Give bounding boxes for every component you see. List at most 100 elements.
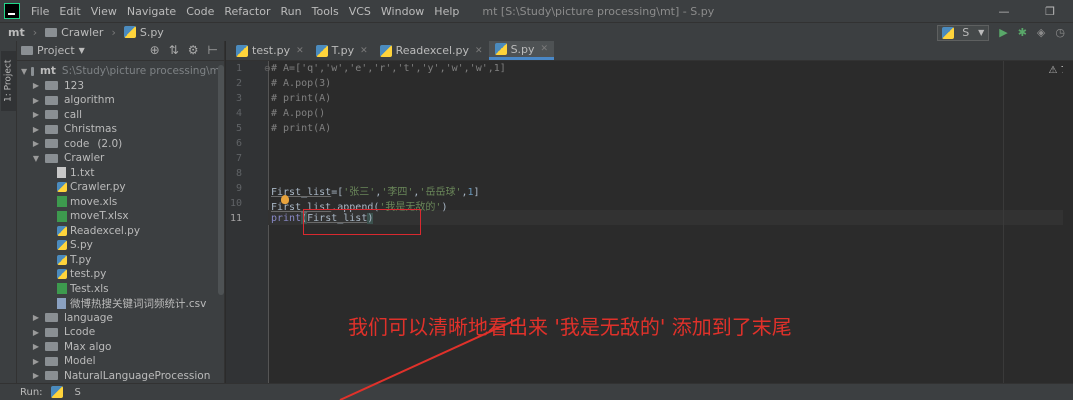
project-view-select[interactable]: Project xyxy=(37,44,75,57)
code-line-1: # A=['q','w','e','r','t','y','w','w',1] xyxy=(271,63,506,74)
menu-navigate[interactable]: Navigate xyxy=(122,5,181,18)
folder-icon xyxy=(45,27,58,37)
chevron-right-icon[interactable]: ▶ xyxy=(31,357,41,366)
collapse-all-icon[interactable]: ⇅ xyxy=(169,43,179,57)
tree-item[interactable]: move.xls xyxy=(17,195,224,210)
coverage-icon[interactable]: ◈ xyxy=(1037,26,1045,39)
tree-item-label: T.py xyxy=(70,253,92,266)
chevron-right-icon[interactable]: ▶ xyxy=(31,139,41,148)
breadcrumb-project[interactable]: mt › xyxy=(0,26,37,39)
line-number: 3 xyxy=(235,93,242,104)
debug-icon[interactable]: ✱ xyxy=(1018,26,1027,39)
locate-icon[interactable]: ⊕ xyxy=(150,43,160,57)
run-icon[interactable]: ▶ xyxy=(999,26,1007,39)
tree-item-label: code xyxy=(64,137,90,150)
tree-item[interactable]: Crawler.py xyxy=(17,180,224,195)
tree-item[interactable]: ▶ Max algo xyxy=(17,340,224,355)
close-icon[interactable]: ✕ xyxy=(296,46,304,56)
run-tab[interactable]: S xyxy=(75,387,81,398)
tree-item[interactable]: ▶ Model xyxy=(17,354,224,369)
menu-code[interactable]: Code xyxy=(181,5,219,18)
menu-window[interactable]: Window xyxy=(376,5,429,18)
navigation-bar: mt › Crawler › S.py S ▼ ▶ ✱ ◈ ◷ xyxy=(0,22,1073,41)
code-line-4: # A.pop() xyxy=(271,108,326,119)
restore-icon[interactable]: ❐ xyxy=(1027,0,1073,22)
python-file-icon xyxy=(942,26,955,39)
folder-icon xyxy=(45,139,58,149)
tree-item[interactable]: moveT.xlsx xyxy=(17,209,224,224)
chevron-right-icon[interactable]: ▶ xyxy=(31,371,41,380)
menu-refactor[interactable]: Refactor xyxy=(219,5,275,18)
tree-item-label: S.py xyxy=(70,239,93,252)
tree-item[interactable]: ▼ Crawler xyxy=(17,151,224,166)
tree-item[interactable]: test.py xyxy=(17,267,224,282)
tree-item-label: Test.xls xyxy=(70,282,109,295)
menu-bar: File Edit View Navigate Code Refactor Ru… xyxy=(0,0,1073,22)
editor-tab[interactable]: Readexcel.py ✕ xyxy=(374,41,489,60)
tree-item[interactable]: ▶ code (2.0) xyxy=(17,137,224,152)
tree-item[interactable]: ▶ Lcode xyxy=(17,325,224,340)
menu-vcs[interactable]: VCS xyxy=(344,5,376,18)
tree-item[interactable]: ▶ algorithm xyxy=(17,93,224,108)
breadcrumb-folder[interactable]: Crawler › xyxy=(37,26,116,39)
run-configuration-select[interactable]: S ▼ xyxy=(937,24,990,41)
chevron-right-icon[interactable]: ▶ xyxy=(31,342,41,351)
python-file-icon xyxy=(494,43,507,55)
tree-item-count: (2.0) xyxy=(97,137,123,150)
minimize-icon[interactable]: — xyxy=(981,0,1027,22)
close-icon[interactable]: ✕ xyxy=(475,46,483,56)
chevron-down-icon[interactable]: ▼ xyxy=(21,67,27,76)
python-file-icon xyxy=(315,44,328,57)
menu-tools[interactable]: Tools xyxy=(307,5,344,18)
chevron-down-icon[interactable]: ▼ xyxy=(31,154,41,163)
menu-run[interactable]: Run xyxy=(276,5,307,18)
close-icon[interactable]: ✕ xyxy=(541,44,549,54)
line-number: 9 xyxy=(235,183,242,194)
folder-icon xyxy=(31,66,34,76)
chevron-right-icon[interactable]: ▶ xyxy=(31,81,41,90)
python-file-icon xyxy=(123,26,136,38)
project-scrollbar[interactable] xyxy=(218,65,224,295)
intention-bulb-icon[interactable] xyxy=(281,195,289,204)
chevron-right-icon[interactable]: ▶ xyxy=(31,96,41,105)
tree-item[interactable]: ▶ Christmas xyxy=(17,122,224,137)
tab-label: Readexcel.py xyxy=(395,44,470,57)
tree-item[interactable]: Readexcel.py xyxy=(17,224,224,239)
editor-scrollbar[interactable] xyxy=(1063,61,1073,383)
menu-help[interactable]: Help xyxy=(429,5,464,18)
editor-tab[interactable]: S.py ✕ xyxy=(488,41,555,60)
chevron-right-icon[interactable]: ▶ xyxy=(31,125,41,134)
chevron-right-icon[interactable]: ▶ xyxy=(31,313,41,322)
tree-item[interactable]: 1.txt xyxy=(17,166,224,181)
code-area[interactable]: # A=['q','w','e','r','t','y','w','w',1] … xyxy=(264,61,1073,383)
tree-item-label: Readexcel.py xyxy=(70,224,141,237)
tree-item[interactable]: T.py xyxy=(17,253,224,268)
breadcrumb-file[interactable]: S.py xyxy=(116,26,164,39)
close-icon[interactable]: ✕ xyxy=(360,46,368,56)
project-panel-header: Project ▼ ⊕ ⇅ ⚙ ⊢ xyxy=(17,41,224,61)
menu-edit[interactable]: Edit xyxy=(54,5,85,18)
project-tool-button[interactable]: 1: Project xyxy=(1,51,16,111)
chevron-right-icon[interactable]: ▶ xyxy=(31,110,41,119)
tree-root[interactable]: ▼ mt S:\Study\picture processing\mt xyxy=(17,64,224,79)
tree-item[interactable]: Test.xls xyxy=(17,282,224,297)
menu-view[interactable]: View xyxy=(86,5,122,18)
tree-item[interactable]: S.py xyxy=(17,238,224,253)
tree-item[interactable]: 微博热搜关键词词频统计.csv xyxy=(17,296,224,311)
editor-tab[interactable]: test.py ✕ xyxy=(230,41,310,60)
editor-tab[interactable]: T.py ✕ xyxy=(310,41,374,60)
tree-item[interactable]: ▶ call xyxy=(17,108,224,123)
run-tool-bar: Run: S xyxy=(0,383,1073,400)
tree-item-label: Lcode xyxy=(64,326,96,339)
tree-item[interactable]: ▶ 123 xyxy=(17,79,224,94)
text-file-icon xyxy=(57,167,66,179)
hide-icon[interactable]: ⊢ xyxy=(208,43,218,57)
fold-icon[interactable]: ⊖ xyxy=(264,64,271,73)
menu-file[interactable]: File xyxy=(26,5,54,18)
tree-item[interactable]: ▶ language xyxy=(17,311,224,326)
chevron-right-icon[interactable]: ▶ xyxy=(31,328,41,337)
chevron-down-icon[interactable]: ▼ xyxy=(79,46,85,55)
tree-item[interactable]: ▶ NaturalLanguageProcession xyxy=(17,369,224,384)
gear-icon[interactable]: ⚙ xyxy=(188,43,199,57)
profile-icon[interactable]: ◷ xyxy=(1055,26,1065,39)
